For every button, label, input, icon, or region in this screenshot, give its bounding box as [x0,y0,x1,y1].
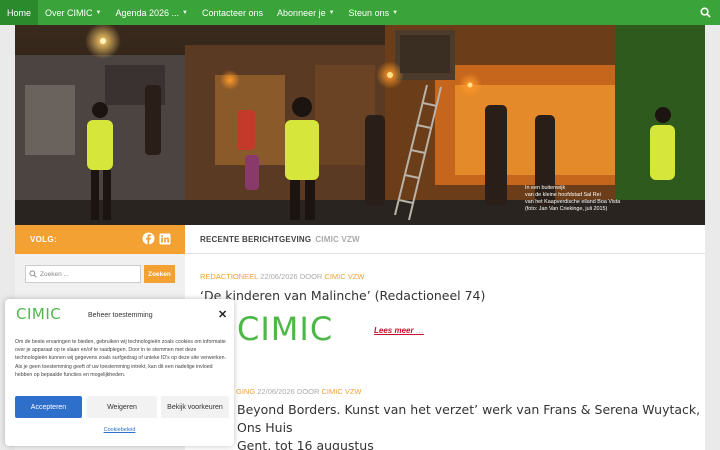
post-title[interactable]: ‘De kinderen van Malinche’ (Redactioneel… [200,287,485,305]
section-header: RECENTE BERICHTGEVING CIMIC VZW [185,225,705,254]
facebook-icon[interactable] [142,232,155,250]
follow-bar: VOLG: [15,225,185,254]
nav-item-agenda[interactable]: Agenda 2026 ... ▼ [108,0,195,25]
post-date: 22/06/2026 [257,387,295,396]
section-subtitle: CIMIC VZW [315,234,360,244]
chevron-down-icon: ▼ [182,9,188,16]
post-title[interactable]: Beyond Borders. Kunst van het verzet’ we… [237,401,707,450]
post-category[interactable]: REDACTIONEEL [200,272,258,281]
read-more-ellipsis: … [415,326,424,335]
post-title-line: Beyond Borders. Kunst van het verzet’ we… [237,402,701,435]
social-links [142,232,171,250]
nav-item-contact[interactable]: Contacteer ons [195,0,270,25]
post-category[interactable]: GING [236,387,255,396]
nav-item-label: Home [7,7,32,18]
search-input[interactable]: Zoeken ... [25,265,141,283]
chevron-down-icon: ▼ [95,9,102,16]
post-author[interactable]: CIMIC VZW [322,387,362,396]
post-meta: GING 22/06/2026 DOOR CIMIC VZW [236,387,362,396]
nav-item-label: Contacteer ons [202,7,264,18]
post-author[interactable]: CIMIC VZW [324,272,364,281]
preferences-button[interactable]: Bekijk voorkeuren [161,396,229,418]
nav-item-home[interactable]: Home [0,0,39,25]
follow-label: VOLG: [30,235,57,244]
search-icon [700,7,711,18]
post-title-line: Gent, tot 16 augustus [237,438,374,450]
cookie-policy-link[interactable]: Cookiebeleid [5,427,234,433]
deny-button[interactable]: Weigeren [87,396,157,418]
main-nav: Home Over CIMIC ▼ Agenda 2026 ... ▼ Contac… [0,0,720,25]
caption-line: van het Kaapverdische eiland Boa Vista [525,199,621,205]
consent-logo: CIMIC [16,305,62,323]
caption-line: van de kleine hoofdstad Sal Rei [525,192,601,198]
linkedin-icon[interactable] [159,232,171,250]
post-logo: CIMIC [237,310,334,348]
post-meta: REDACTIONEEL 22/06/2026 DOOR CIMIC VZW [200,272,364,281]
post-date: 22/06/2026 [260,272,298,281]
search-icon [29,270,37,278]
nav-item-label: Steun ons [348,7,390,18]
nav-item-label: Over CIMIC [45,7,93,18]
hero-caption: In een buitenwijk van de kleine hoofdsta… [525,185,635,213]
nav-item-steun[interactable]: Steun ons ▼ [342,0,405,25]
post-by: DOOR [296,387,320,396]
nav-search-button[interactable] [690,0,720,25]
nav-item-label: Agenda 2026 ... [115,7,180,18]
search-placeholder: Zoeken ... [40,270,69,278]
hero-image: In een buitenwijk van de kleine hoofdsta… [15,25,705,225]
read-more-label: Lees meer [374,326,414,335]
post-by: DOOR [299,272,323,281]
search-button[interactable]: Zoeken [144,265,175,283]
chevron-down-icon: ▼ [328,9,335,16]
close-icon[interactable]: ✕ [218,310,227,321]
consent-text: Om de beste ervaringen te bieden, gebrui… [15,339,226,378]
cookie-consent-dialog: CIMIC Beheer toestemming ✕ Om de beste e… [5,299,234,446]
accept-button[interactable]: Accepteren [15,396,82,418]
nav-item-abonneer[interactable]: Abonneer je ▼ [270,0,342,25]
read-more-link[interactable]: Lees meer … [374,326,424,335]
section-title: RECENTE BERICHTGEVING [200,234,312,244]
caption-line: In een buitenwijk [525,185,566,191]
nav-item-label: Abonneer je [277,7,326,18]
caption-line: (foto: Jan Van Criekinge, juli 2015) [525,206,608,212]
consent-title: Beheer toestemming [88,312,153,319]
chevron-down-icon: ▼ [392,9,399,16]
nav-item-over-cimic[interactable]: Over CIMIC ▼ [38,0,108,25]
